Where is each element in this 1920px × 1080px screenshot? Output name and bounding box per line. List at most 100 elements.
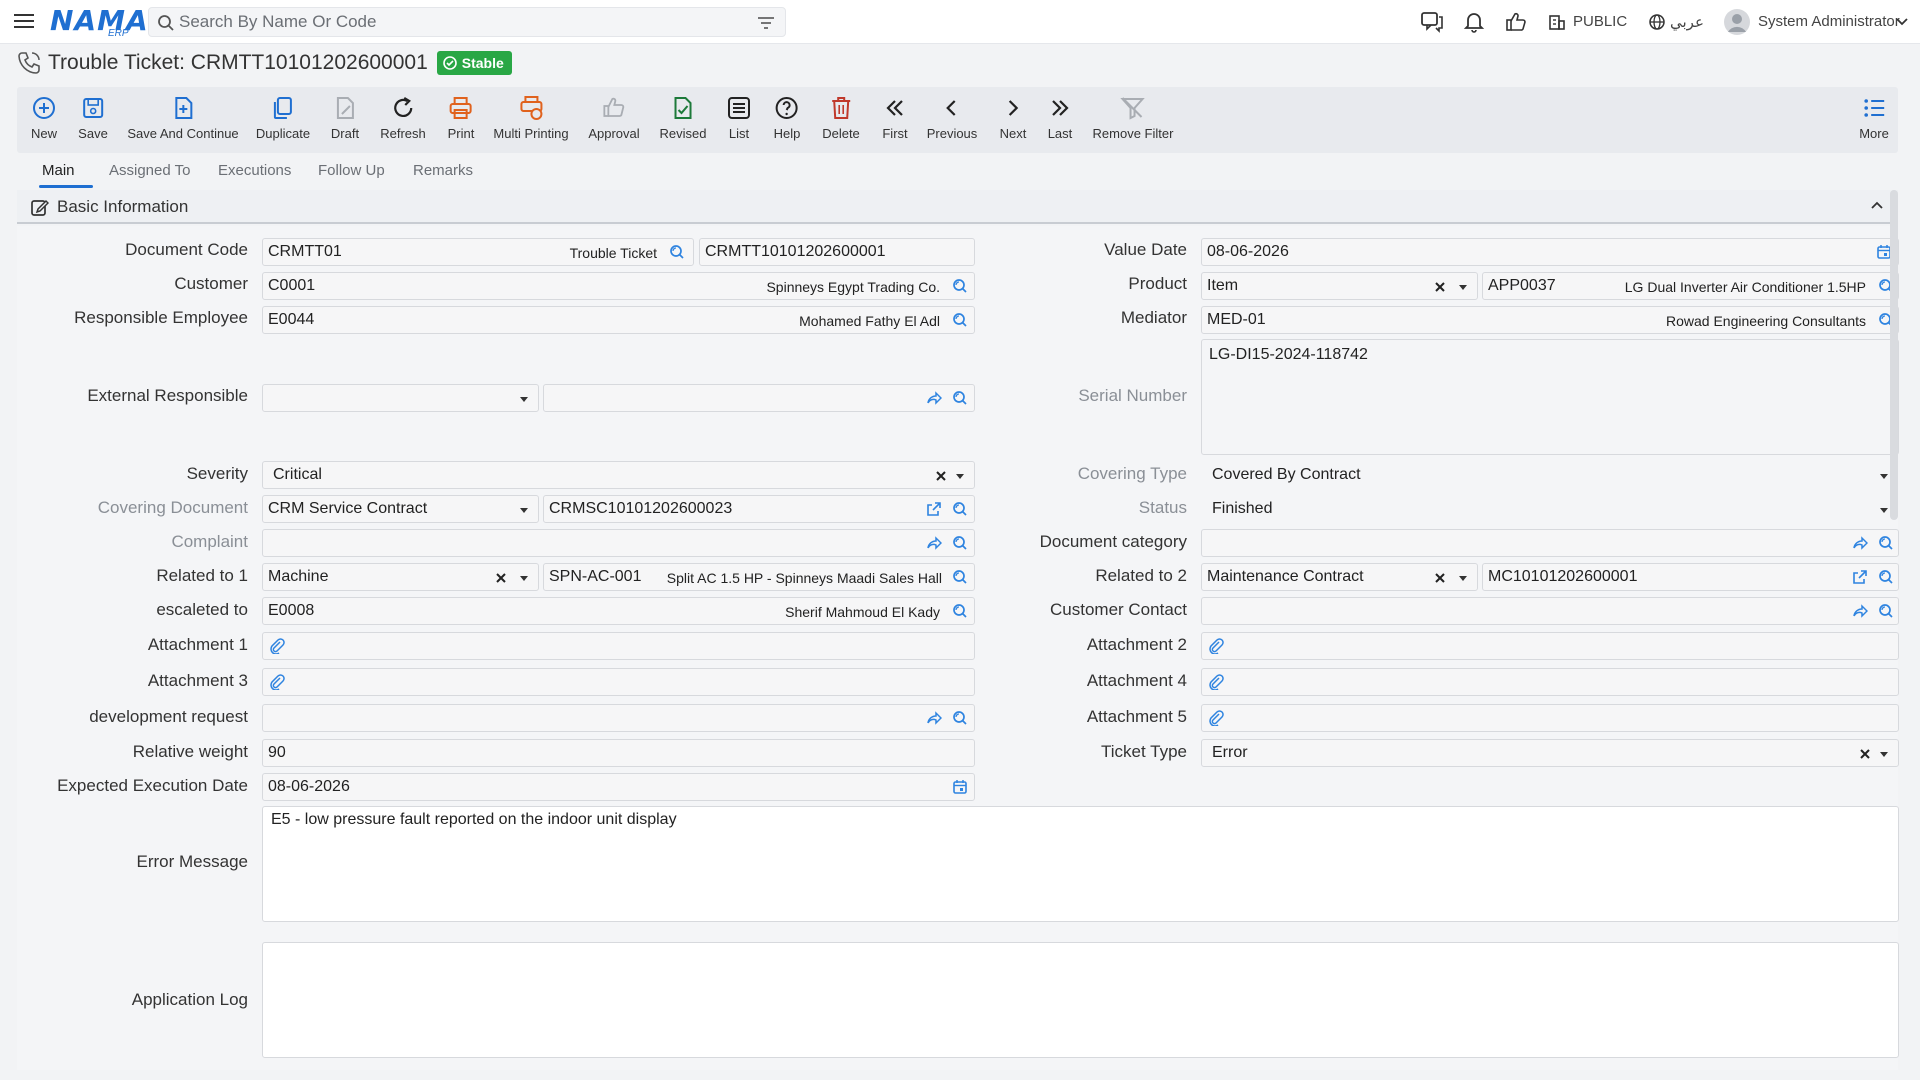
help-button[interactable]: Help (774, 95, 800, 141)
revised-button[interactable]: Revised (660, 95, 706, 141)
caret-down-icon[interactable] (1457, 572, 1469, 584)
ticket-type-select[interactable]: Error (1201, 739, 1899, 767)
clear-icon[interactable] (934, 469, 948, 483)
remove-filter-button[interactable]: Remove Filter (1093, 95, 1173, 141)
tab-follow-up[interactable]: Follow Up (318, 162, 385, 179)
search-input[interactable] (179, 12, 739, 32)
severity-select[interactable]: Critical (262, 461, 975, 489)
escalated-to-field[interactable]: E0008 Sherif Mahmoud El Kady (262, 597, 975, 625)
covering-document-field[interactable]: CRMSC10101202600023 (543, 495, 975, 523)
caret-down-icon[interactable] (518, 393, 530, 405)
related-to-1-field[interactable]: SPN-AC-001 Split AC 1.5 HP - Spinneys Ma… (543, 563, 975, 591)
lookup-icon[interactable] (952, 603, 968, 619)
print-button[interactable]: Print (448, 95, 474, 141)
related-to-2-field[interactable]: MC10101202600001 (1482, 563, 1899, 591)
attachment-2-field[interactable] (1201, 632, 1899, 660)
lookup-icon[interactable] (952, 312, 968, 328)
related-to-2-type-select[interactable]: Maintenance Contract (1201, 563, 1478, 591)
next-button[interactable]: Next (1000, 95, 1026, 141)
globe-icon[interactable] (1648, 13, 1666, 31)
responsible-employee-field[interactable]: E0044 Mohamed Fathy El Adl (262, 306, 975, 334)
error-message-textarea[interactable]: E5 - low pressure fault reported on the … (262, 806, 1899, 922)
tab-main[interactable]: Main (42, 162, 75, 179)
open-link-icon[interactable] (926, 501, 942, 517)
lookup-icon[interactable] (952, 535, 968, 551)
paperclip-icon[interactable] (269, 638, 285, 654)
chat-icon[interactable] (1420, 11, 1444, 33)
external-responsible-field[interactable] (543, 384, 975, 412)
refresh-button[interactable]: Refresh (380, 95, 426, 141)
multi-printing-button[interactable]: Multi Printing (493, 95, 569, 141)
previous-button[interactable]: Previous (927, 95, 977, 141)
open-link-icon[interactable] (1852, 569, 1868, 585)
document-category-field[interactable] (1201, 529, 1899, 557)
related-to-1-type-select[interactable]: Machine (262, 563, 539, 591)
share-icon[interactable] (926, 390, 942, 406)
save-button[interactable]: Save (78, 95, 108, 141)
caret-down-icon[interactable] (518, 504, 530, 516)
menu-icon[interactable] (14, 11, 34, 31)
public-label[interactable]: PUBLIC (1573, 13, 1627, 30)
basic-information-section[interactable]: Basic Information (17, 190, 1898, 224)
calendar-icon[interactable] (952, 779, 968, 795)
tab-assigned-to[interactable]: Assigned To (109, 162, 190, 179)
delete-button[interactable]: Delete (822, 95, 860, 141)
document-number-field[interactable]: CRMTT10101202600001 (699, 238, 975, 266)
lookup-icon[interactable] (669, 244, 685, 260)
share-icon[interactable] (926, 535, 942, 551)
lookup-icon[interactable] (952, 501, 968, 517)
status-select[interactable]: Finished (1201, 495, 1899, 523)
covering-document-type-select[interactable]: CRM Service Contract (262, 495, 539, 523)
caret-down-icon[interactable] (1878, 504, 1890, 516)
lookup-icon[interactable] (952, 390, 968, 406)
covering-type-select[interactable]: Covered By Contract (1201, 461, 1899, 489)
language-switch[interactable]: عربي (1670, 13, 1704, 31)
lookup-icon[interactable] (1878, 535, 1894, 551)
caret-down-icon[interactable] (518, 572, 530, 584)
lookup-icon[interactable] (952, 278, 968, 294)
lookup-icon[interactable] (952, 710, 968, 726)
clear-icon[interactable] (1433, 280, 1447, 294)
attachment-3-field[interactable] (262, 668, 975, 696)
document-code-field[interactable]: CRMTT01 Trouble Ticket (262, 238, 694, 266)
serial-number-textarea[interactable]: LG-DI15-2024-118742 (1201, 339, 1899, 455)
clear-icon[interactable] (494, 571, 508, 585)
share-icon[interactable] (926, 710, 942, 726)
product-type-select[interactable]: Item (1201, 272, 1478, 300)
avatar[interactable] (1724, 9, 1750, 35)
scrollbar-thumb[interactable] (1890, 190, 1898, 520)
lookup-icon[interactable] (1878, 569, 1894, 585)
expected-execution-date-field[interactable]: 08-06-2026 (262, 773, 975, 801)
attachment-4-field[interactable] (1201, 668, 1899, 696)
chevron-up-icon[interactable] (1870, 200, 1884, 210)
user-name[interactable]: System Administrator (1758, 13, 1900, 30)
relative-weight-field[interactable]: 90 (262, 739, 975, 767)
draft-button[interactable]: Draft (331, 95, 359, 141)
customer-contact-field[interactable] (1201, 597, 1899, 625)
save-and-continue-button[interactable]: Save And Continue (127, 95, 239, 141)
tab-executions[interactable]: Executions (218, 162, 291, 179)
filter-icon[interactable] (757, 15, 775, 31)
lookup-icon[interactable] (1878, 603, 1894, 619)
mediator-field[interactable]: MED-01 Rowad Engineering Consultants (1201, 306, 1899, 334)
product-field[interactable]: APP0037 LG Dual Inverter Air Conditioner… (1482, 272, 1899, 300)
caret-down-icon[interactable] (1878, 470, 1890, 482)
complaint-field[interactable] (262, 529, 975, 557)
last-button[interactable]: Last (1047, 95, 1073, 141)
paperclip-icon[interactable] (269, 674, 285, 690)
external-responsible-type-select[interactable] (262, 384, 539, 412)
lookup-icon[interactable] (952, 569, 968, 585)
attachment-1-field[interactable] (262, 632, 975, 660)
share-icon[interactable] (1852, 603, 1868, 619)
first-button[interactable]: First (882, 95, 908, 141)
approval-button[interactable]: Approval (588, 95, 640, 141)
list-button[interactable]: List (726, 95, 752, 141)
paperclip-icon[interactable] (1208, 674, 1224, 690)
paperclip-icon[interactable] (1208, 638, 1224, 654)
more-button[interactable]: More (1859, 95, 1889, 141)
clear-icon[interactable] (1433, 571, 1447, 585)
bell-icon[interactable] (1463, 11, 1485, 33)
chevron-down-icon[interactable] (1896, 17, 1908, 27)
application-log-textarea[interactable] (262, 942, 1899, 1058)
thumbs-up-icon[interactable] (1505, 11, 1527, 33)
